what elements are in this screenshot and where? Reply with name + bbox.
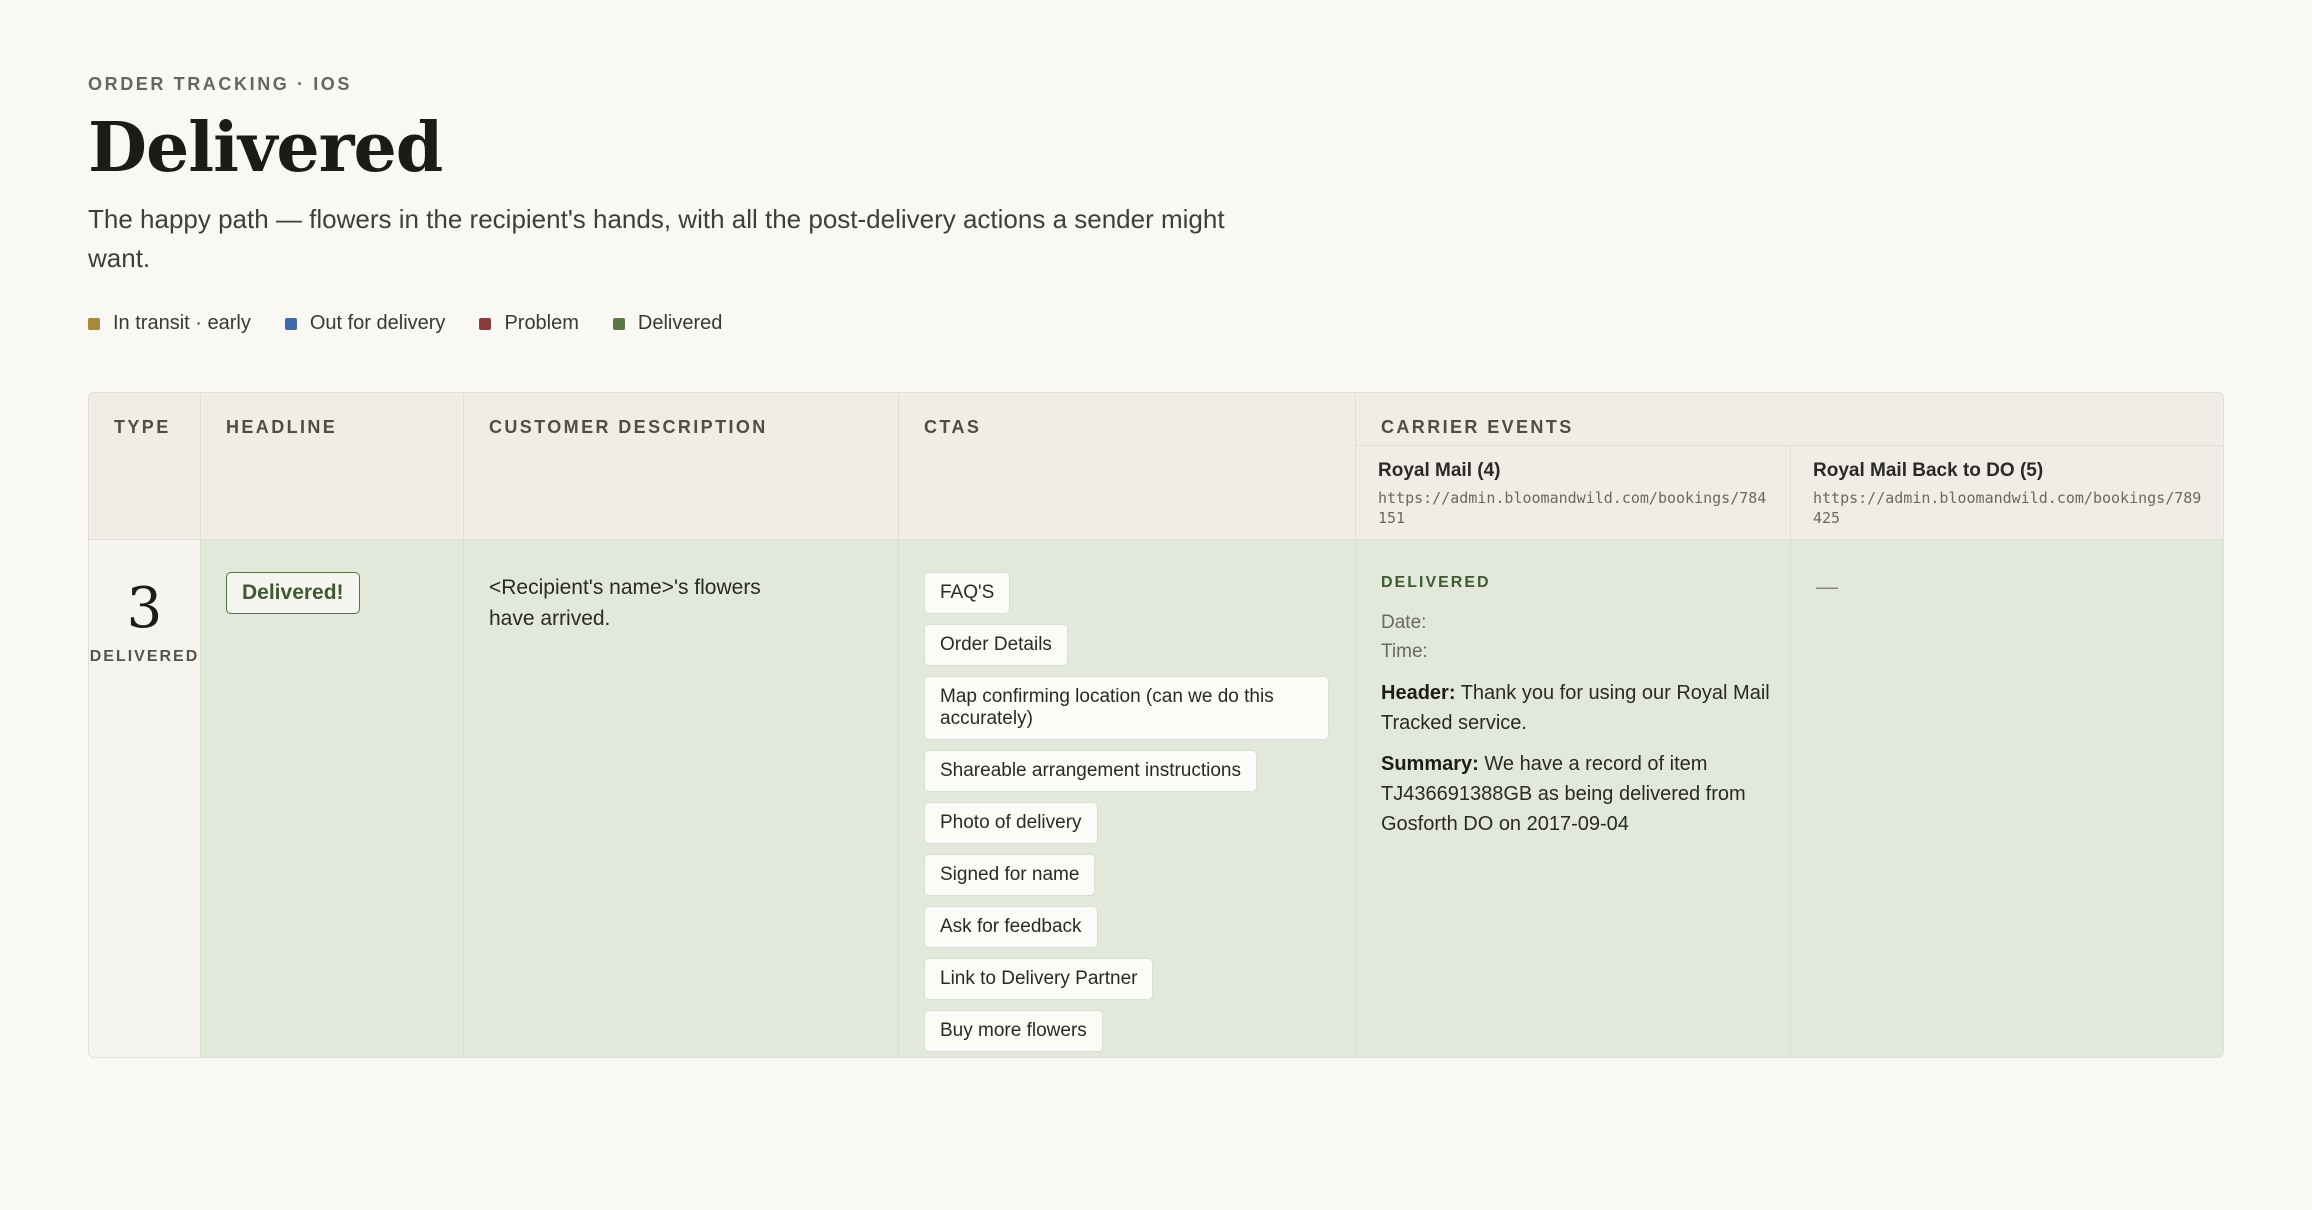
legend-item-delivered: Delivered	[612, 312, 723, 335]
cta-photo-of-delivery-button[interactable]: Photo of delivery	[924, 802, 1098, 844]
type-label: DELIVERED	[89, 648, 200, 665]
legend-label: Delivered	[637, 312, 723, 334]
legend-swatch-icon	[284, 317, 297, 330]
event-header-label: Header:	[1381, 682, 1456, 704]
status-legend: In transit · early Out for delivery Prob…	[88, 312, 722, 335]
cta-buy-more-flowers-button[interactable]: Buy more flowers	[924, 1010, 1103, 1052]
legend-item-in-transit: In transit · early	[88, 312, 251, 335]
legend-item-out-for-delivery: Out for delivery	[284, 312, 446, 335]
carrier-url-link[interactable]: https://admin.bloomandwild.com/bookings/…	[1378, 488, 1768, 528]
header-ctas: CTAS	[899, 393, 1356, 539]
carrier-event-cell-1: DELIVERED Date: Time: Header: Thank you …	[1356, 540, 1791, 1057]
carrier-name: Royal Mail Back to DO (5)	[1813, 460, 2044, 481]
legend-label: Out for delivery	[309, 312, 446, 334]
carrier-column-2: Royal Mail Back to DO (5) https://admin.…	[1791, 445, 2223, 539]
carrier-event-cell-2: —	[1791, 540, 2223, 1057]
event-date-label: Date:	[1381, 612, 1427, 633]
carrier-column-1: Royal Mail (4) https://admin.bloomandwil…	[1356, 445, 1791, 539]
carrier-url-link[interactable]: https://admin.bloomandwild.com/bookings/…	[1813, 488, 2203, 528]
customer-description: <Recipient's name>'s flowers have arrive…	[489, 576, 761, 630]
type-number: 3	[126, 576, 163, 641]
type-cell: 3 DELIVERED	[89, 540, 201, 1057]
legend-label: In transit · early	[113, 312, 251, 334]
ctas-cell: FAQ'S Order Details Map confirming locat…	[899, 540, 1356, 1057]
tracking-table: TYPE HEADLINE CUSTOMER DESCRIPTION CTAS …	[88, 392, 2224, 1058]
carrier-name: Royal Mail (4)	[1378, 460, 1501, 481]
headline-cell: Delivered!	[201, 540, 464, 1057]
header-carrier-events: CARRIER EVENTS Royal Mail (4) https://ad…	[1356, 393, 2223, 539]
header-label: HEADLINE	[226, 417, 338, 437]
header-headline: HEADLINE	[201, 393, 464, 539]
event-time-label: Time:	[1381, 641, 1428, 662]
event-status: DELIVERED	[1381, 574, 1491, 591]
page-title: Delivered	[88, 108, 443, 188]
cta-faqs-button[interactable]: FAQ'S	[924, 572, 1011, 614]
header-description: CUSTOMER DESCRIPTION	[464, 393, 899, 539]
legend-label: Problem	[504, 312, 579, 334]
header-label: CARRIER EVENTS	[1381, 417, 1574, 437]
page-subtitle: The happy path — flowers in the recipien…	[88, 204, 1225, 273]
header-label: TYPE	[114, 417, 171, 437]
event-header: Header: Thank you for using our Royal Ma…	[1381, 678, 1771, 738]
cta-map-location-button[interactable]: Map confirming location (can we do this …	[924, 676, 1329, 740]
cta-delivery-partner-button[interactable]: Link to Delivery Partner	[924, 958, 1154, 1000]
headline-badge: Delivered!	[226, 572, 360, 614]
legend-item-problem: Problem	[479, 312, 579, 335]
description-cell: <Recipient's name>'s flowers have arrive…	[464, 540, 899, 1057]
legend-swatch-icon	[88, 317, 100, 330]
legend-swatch-icon	[479, 317, 492, 330]
cta-ask-feedback-button[interactable]: Ask for feedback	[924, 906, 1098, 948]
header-type: TYPE	[89, 393, 201, 539]
legend-swatch-icon	[612, 317, 625, 330]
header-label: CUSTOMER DESCRIPTION	[489, 417, 768, 437]
header-label: CTAS	[924, 417, 982, 437]
cta-list: FAQ'S Order Details Map confirming locat…	[924, 572, 1329, 1052]
cta-shareable-instructions-button[interactable]: Shareable arrangement instructions	[924, 750, 1258, 792]
cta-signed-for-name-button[interactable]: Signed for name	[924, 854, 1096, 896]
table-row: 3 DELIVERED Delivered! <Recipient's name…	[89, 539, 2223, 1057]
empty-event-dash: —	[1816, 574, 1838, 599]
eyebrow: ORDER TRACKING · IOS	[88, 74, 353, 94]
event-summary: Summary: We have a record of item TJ4366…	[1381, 749, 1771, 839]
event-summary-label: Summary:	[1381, 753, 1479, 775]
cta-order-details-button[interactable]: Order Details	[924, 624, 1068, 666]
